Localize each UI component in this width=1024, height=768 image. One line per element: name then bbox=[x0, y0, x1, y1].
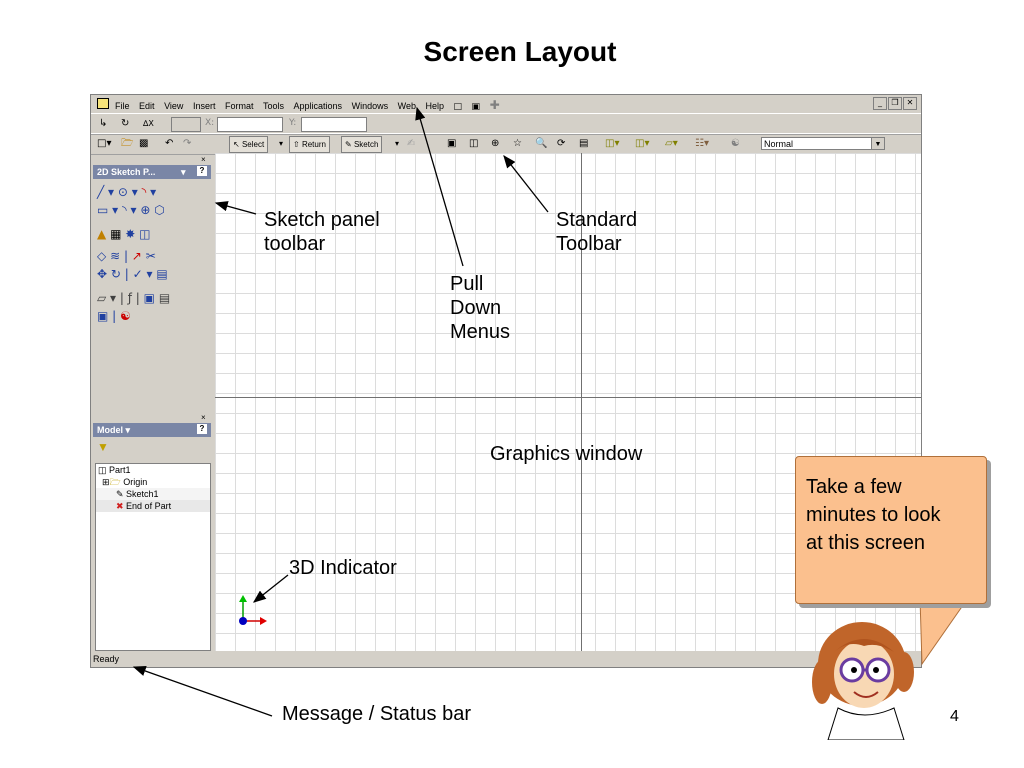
sketch-panel-annotation-line2: toolbar bbox=[264, 233, 326, 255]
page-number: 4 bbox=[950, 708, 959, 725]
standard-toolbar-annotation: Standard Toolbar bbox=[556, 208, 637, 256]
callout-pointer bbox=[919, 597, 969, 666]
pull-down-annotation-line2: Down bbox=[450, 297, 502, 319]
callout-bubble: Take a few minutes to look at this scree… bbox=[795, 456, 987, 604]
callout-line2: minutes to look bbox=[806, 504, 941, 526]
pull-down-annotation-line1: Pull bbox=[450, 273, 484, 295]
status-bar-annotation: Message / Status bar bbox=[282, 703, 471, 725]
pull-down-annotation: Pull Down Menus bbox=[450, 272, 510, 344]
sketch-panel-annotation-line1: Sketch panel bbox=[264, 209, 380, 231]
callout-line1: Take a few bbox=[806, 476, 902, 498]
cartoon-girl-image bbox=[812, 622, 914, 740]
pull-down-annotation-line3: Menus bbox=[450, 321, 511, 343]
graphics-window-annotation: Graphics window bbox=[490, 443, 643, 465]
standard-toolbar-annotation-line1: Standard bbox=[556, 209, 638, 231]
sketch-panel-annotation: Sketch panel toolbar bbox=[264, 208, 380, 256]
standard-toolbar-annotation-line2: Toolbar bbox=[556, 233, 622, 255]
callout-line3: at this screen bbox=[806, 532, 925, 554]
3d-indicator-annotation: 3D Indicator bbox=[289, 557, 397, 579]
